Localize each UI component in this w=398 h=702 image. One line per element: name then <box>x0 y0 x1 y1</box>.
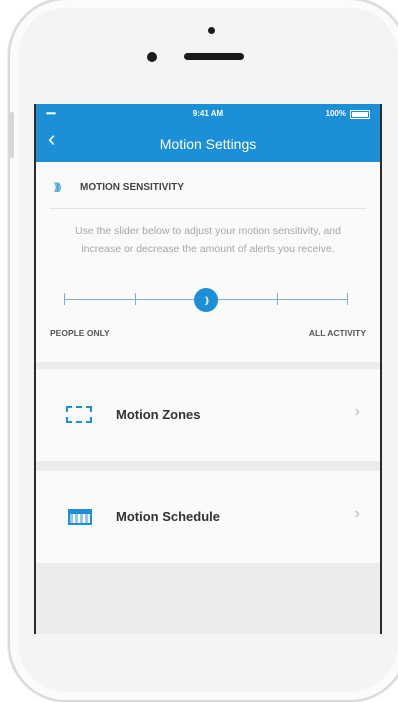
chevron-right-icon: › <box>354 403 360 420</box>
motion-zones-row[interactable]: Motion Zones › <box>36 369 380 461</box>
phone-side-button <box>10 112 14 158</box>
row-label: Motion Zones <box>116 407 201 422</box>
battery-percent: 100% <box>325 109 346 118</box>
status-bar: ••••• 9:41 AM 100% <box>36 108 380 122</box>
motion-zones-icon <box>66 406 92 423</box>
slider-tick <box>64 293 65 305</box>
page-title: Motion Settings <box>159 136 257 152</box>
slider-tick <box>277 293 278 305</box>
row-label: Motion Schedule <box>116 509 220 524</box>
motion-waves-icon: )))) <box>54 182 61 193</box>
empty-area <box>36 563 380 634</box>
slider-label-max: ALL ACTIVITY <box>308 328 366 338</box>
sensitivity-heading: MOTION SENSITIVITY <box>80 182 184 193</box>
battery-icon <box>350 110 370 119</box>
nav-header: ••••• 9:41 AM 100% ‹ Motion Settings <box>36 104 380 162</box>
slider-thumb[interactable]: )) <box>194 288 218 312</box>
chevron-right-icon: › <box>354 505 360 522</box>
divider <box>50 208 366 209</box>
calendar-icon <box>68 509 92 525</box>
proximity-sensor <box>208 27 215 34</box>
app-screen: ••••• 9:41 AM 100% ‹ Motion Settings )))… <box>34 104 382 634</box>
front-camera <box>147 52 157 62</box>
earpiece-speaker <box>184 53 244 60</box>
motion-sensitivity-card: )))) MOTION SENSITIVITY Use the slider b… <box>36 162 380 362</box>
slider-tick <box>135 293 136 305</box>
slider-label-min: PEOPLE ONLY <box>50 328 110 338</box>
motion-waves-icon: )) <box>205 295 209 305</box>
motion-schedule-row[interactable]: Motion Schedule › <box>36 471 380 563</box>
sensitivity-description: Use the slider below to adjust your moti… <box>75 225 341 255</box>
slider-tick <box>347 293 348 305</box>
